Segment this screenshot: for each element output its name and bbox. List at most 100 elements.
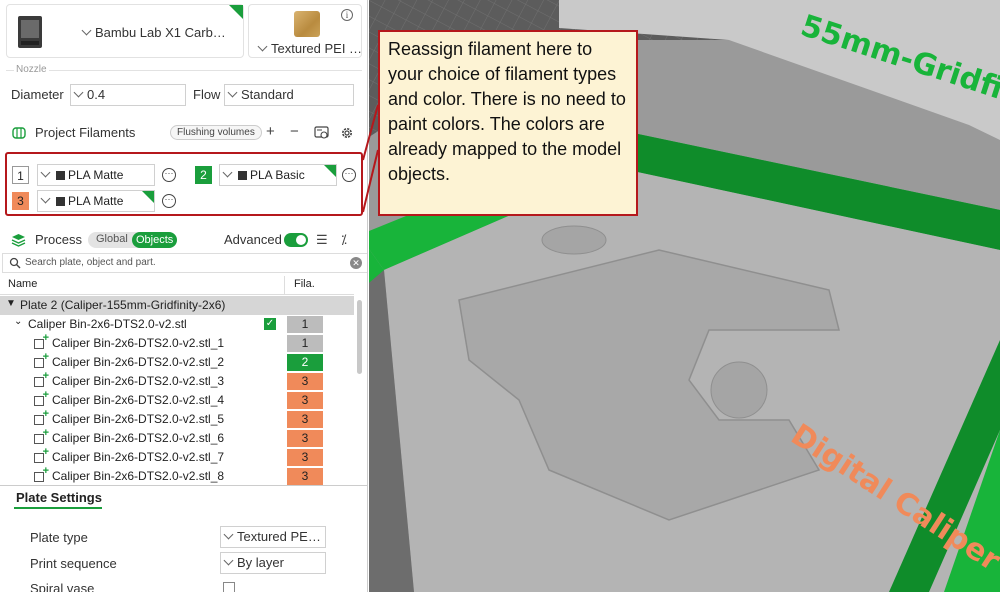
part-row[interactable]: Caliper Bin-2x6-DTS2.0-v2.stl_2 2 (0, 351, 354, 372)
printer-selector[interactable]: Bambu Lab X1 Carb… (6, 4, 244, 58)
part-icon (34, 389, 49, 406)
callout-box: Reassign filament here to your choice of… (378, 30, 638, 216)
part-name: Caliper Bin-2x6-DTS2.0-v2.stl_6 (52, 431, 225, 445)
left-panel: Bambu Lab X1 Carb… i Textured PEI … Nozz… (0, 0, 368, 592)
print-sequence-select[interactable]: By layer (220, 552, 326, 574)
part-row[interactable]: Caliper Bin-2x6-DTS2.0-v2.stl_7 3 (0, 446, 354, 467)
chevron-down-icon (223, 555, 234, 566)
callout-text: Reassign filament here to your choice of… (388, 39, 626, 184)
plate-type-select[interactable]: Textured PE… (220, 526, 326, 548)
diameter-select[interactable]: 0.4 (70, 84, 186, 106)
plate-type-name[interactable]: Textured PEI … (257, 41, 362, 56)
part-row[interactable]: Caliper Bin-2x6-DTS2.0-v2.stl_8 3 (0, 465, 354, 486)
project-filaments-header: Project Filaments Flushing volumes + − (0, 122, 367, 144)
tab-objects[interactable]: Objects (132, 232, 178, 248)
collapse-icon[interactable]: ▼ (6, 298, 16, 309)
column-fila: Fila. (294, 278, 315, 290)
object-list-header: Name Fila. (0, 276, 354, 295)
plate-type-selector[interactable]: i Textured PEI … (248, 4, 362, 58)
part-name: Caliper Bin-2x6-DTS2.0-v2.stl_1 (52, 336, 225, 350)
part-fila-badge[interactable]: 2 (287, 354, 323, 371)
info-icon[interactable]: i (341, 9, 353, 21)
part-fila-badge[interactable]: 3 (287, 430, 323, 447)
tab-plate-settings[interactable]: Plate Settings (16, 490, 102, 505)
chevron-down-icon (223, 529, 234, 540)
nozzle-divider (6, 70, 362, 71)
chevron-down-icon (227, 87, 238, 98)
object-row[interactable]: ⌄ Caliper Bin-2x6-DTS2.0-v2.stl ✓ 1 (0, 315, 354, 334)
filament-1-more-icon[interactable]: ··· (162, 168, 176, 182)
search-input[interactable]: Search plate, object and part. (25, 257, 156, 268)
process-title: Process (35, 232, 82, 247)
printer-name[interactable]: Bambu Lab X1 Carb… (81, 25, 226, 40)
selected-corner-marker (142, 191, 154, 203)
chevron-down-icon (40, 167, 51, 178)
filament-1-select[interactable]: PLA Matte (37, 164, 155, 186)
column-name: Name (8, 278, 38, 290)
part-icon (34, 332, 49, 349)
part-name: Caliper Bin-2x6-DTS2.0-v2.stl_7 (52, 450, 225, 464)
part-row[interactable]: Caliper Bin-2x6-DTS2.0-v2.stl_1 1 (0, 332, 354, 353)
column-divider (284, 276, 285, 295)
filament-2-select[interactable]: PLA Basic (219, 164, 337, 186)
part-name: Caliper Bin-2x6-DTS2.0-v2.stl_2 (52, 355, 225, 369)
part-fila-badge[interactable]: 3 (287, 411, 323, 428)
process-layers-icon (11, 234, 26, 247)
nozzle-section-label: Nozzle (14, 64, 49, 75)
filament-3-select[interactable]: PLA Matte (37, 190, 155, 212)
selected-corner-marker (229, 5, 243, 19)
clear-search-icon[interactable]: ✕ (350, 257, 362, 269)
selected-corner-marker (324, 165, 336, 177)
spiral-vase-checkbox[interactable] (223, 582, 235, 592)
object-fila-badge[interactable]: 1 (287, 316, 323, 333)
part-row[interactable]: Caliper Bin-2x6-DTS2.0-v2.stl_3 3 (0, 370, 354, 391)
filament-2-more-icon[interactable]: ··· (342, 168, 356, 182)
add-filament-icon[interactable]: + (266, 124, 275, 140)
part-name: Caliper Bin-2x6-DTS2.0-v2.stl_4 (52, 393, 225, 407)
advanced-label: Advanced (224, 232, 282, 247)
printer-icon (18, 16, 42, 48)
part-fila-badge[interactable]: 3 (287, 449, 323, 466)
diameter-label: Diameter (11, 87, 64, 102)
flow-select[interactable]: Standard (224, 84, 354, 106)
chevron-down-icon (40, 193, 51, 204)
sync-ams-icon[interactable] (314, 126, 329, 140)
chevron-down-icon (73, 87, 84, 98)
plate-icon (294, 11, 320, 37)
filament-spool-icon (12, 127, 26, 139)
part-icon (34, 351, 49, 368)
chevron-down-icon (257, 41, 268, 52)
flow-label: Flow (193, 87, 221, 102)
print-sequence-label: Print sequence (30, 556, 117, 571)
search-icon (9, 257, 21, 269)
collapse-icon[interactable]: ⌄ (14, 316, 22, 327)
process-header: Process Global Objects Advanced ☰ ⁒ (0, 228, 367, 252)
plate-row-label: Plate 2 (Caliper-155mm-Gridfinity-2x6) (20, 298, 226, 312)
part-row[interactable]: Caliper Bin-2x6-DTS2.0-v2.stl_6 3 (0, 427, 354, 448)
part-icon (34, 427, 49, 444)
remove-filament-icon[interactable]: − (290, 124, 299, 140)
plate-row[interactable]: ▼ Plate 2 (Caliper-155mm-Gridfinity-2x6) (0, 296, 354, 315)
part-name: Caliper Bin-2x6-DTS2.0-v2.stl_5 (52, 412, 225, 426)
object-visible-checkbox[interactable]: ✓ (264, 318, 276, 330)
gear-icon[interactable] (340, 126, 354, 140)
part-fila-badge[interactable]: 1 (287, 335, 323, 352)
part-icon (34, 370, 49, 387)
list-icon[interactable]: ☰ (316, 232, 328, 248)
advanced-toggle[interactable] (284, 233, 308, 247)
compare-icon[interactable]: ⁒ (341, 232, 347, 248)
object-name: Caliper Bin-2x6-DTS2.0-v2.stl (28, 317, 187, 331)
part-row[interactable]: Caliper Bin-2x6-DTS2.0-v2.stl_4 3 (0, 389, 354, 410)
filament-3-more-icon[interactable]: ··· (162, 194, 176, 208)
part-fila-badge[interactable]: 3 (287, 468, 323, 485)
part-fila-badge[interactable]: 3 (287, 392, 323, 409)
part-row[interactable]: Caliper Bin-2x6-DTS2.0-v2.stl_5 3 (0, 408, 354, 429)
part-name: Caliper Bin-2x6-DTS2.0-v2.stl_8 (52, 469, 225, 483)
filament-2-number: 2 (195, 166, 212, 184)
object-list-scrollbar[interactable] (357, 300, 362, 374)
spiral-vase-label: Spiral vase (30, 581, 95, 592)
tab-global[interactable]: Global (96, 233, 128, 245)
flushing-volumes-button[interactable]: Flushing volumes (170, 125, 262, 140)
part-fila-badge[interactable]: 3 (287, 373, 323, 390)
filament-1-number: 1 (12, 166, 29, 184)
